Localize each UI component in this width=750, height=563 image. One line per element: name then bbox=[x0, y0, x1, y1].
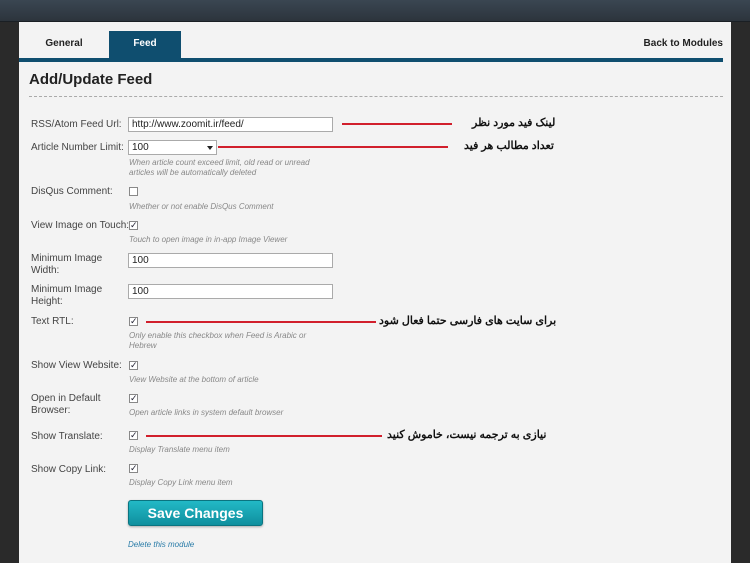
annotation-feed-url: لینک فید مورد نظر bbox=[472, 117, 556, 129]
show-copy-link-hint: Display Copy Link menu item bbox=[129, 478, 233, 487]
page-title: Add/Update Feed bbox=[29, 71, 153, 88]
text-rtl-hint: Only enable this checkbox when Feed is A… bbox=[129, 331, 307, 350]
min-height-input[interactable]: 100 bbox=[128, 284, 333, 299]
show-copy-link-label: Show Copy Link: bbox=[31, 464, 107, 475]
disqus-label: DisQus Comment: bbox=[31, 186, 113, 197]
back-to-modules-link[interactable]: Back to Modules bbox=[644, 31, 723, 57]
annotation-article-count: تعداد مطالب هر فید bbox=[464, 140, 554, 152]
view-image-hint: Touch to open image in in-app Image View… bbox=[129, 235, 288, 244]
title-divider bbox=[29, 96, 723, 97]
show-view-website-checkbox[interactable]: ✓ bbox=[129, 361, 138, 370]
article-limit-value: 100 bbox=[132, 142, 149, 153]
view-image-checkbox[interactable]: ✓ bbox=[129, 221, 138, 230]
article-limit-label: Article Number Limit: bbox=[31, 142, 124, 153]
show-translate-checkbox[interactable]: ✓ bbox=[129, 431, 138, 440]
text-rtl-checkbox[interactable]: ✓ bbox=[129, 317, 138, 326]
feed-settings-panel: General Feed Back to Modules Add/Update … bbox=[19, 22, 731, 563]
article-limit-hint: When article count exceed limit, old rea… bbox=[129, 158, 310, 177]
annotation-translate: نیازی به ترجمه نیست، خاموش کنید bbox=[387, 429, 547, 441]
show-translate-hint: Display Translate menu item bbox=[129, 445, 230, 454]
min-width-label: Minimum Image Width: bbox=[31, 253, 103, 276]
annotation-line-rtl bbox=[146, 321, 376, 323]
open-browser-label: Open in Default Browser: bbox=[31, 393, 101, 416]
text-rtl-label: Text RTL: bbox=[31, 316, 74, 327]
article-limit-select[interactable]: 100 bbox=[128, 140, 217, 155]
show-translate-label: Show Translate: bbox=[31, 431, 103, 442]
tab-bar: General Feed Back to Modules bbox=[19, 22, 731, 62]
rss-url-label: RSS/Atom Feed Url: bbox=[31, 119, 122, 130]
annotation-rtl: برای سایت های فارسی حتما فعال شود bbox=[379, 315, 557, 327]
min-width-input[interactable]: 100 bbox=[128, 253, 333, 268]
view-image-label: View Image on Touch: bbox=[31, 220, 130, 231]
annotation-line-feed-url bbox=[342, 123, 452, 125]
min-height-label: Minimum Image Height: bbox=[31, 284, 103, 307]
open-browser-hint: Open article links in system default bro… bbox=[129, 408, 284, 417]
show-copy-link-checkbox[interactable]: ✓ bbox=[129, 464, 138, 473]
rss-url-input[interactable]: http://www.zoomit.ir/feed/ bbox=[128, 117, 333, 132]
open-browser-checkbox[interactable]: ✓ bbox=[129, 394, 138, 403]
top-bar bbox=[0, 0, 750, 22]
tab-underline bbox=[19, 58, 723, 62]
disqus-checkbox[interactable] bbox=[129, 187, 138, 196]
delete-module-link[interactable]: Delete this module bbox=[128, 540, 194, 549]
show-view-website-hint: View Website at the bottom of article bbox=[129, 375, 259, 384]
disqus-hint: Whether or not enable DisQus Comment bbox=[129, 202, 274, 211]
chevron-down-icon bbox=[207, 146, 213, 150]
save-changes-button[interactable]: Save Changes bbox=[128, 500, 263, 526]
annotation-line-translate bbox=[146, 435, 382, 437]
show-view-website-label: Show View Website: bbox=[31, 360, 122, 371]
annotation-line-article-count bbox=[218, 146, 448, 148]
